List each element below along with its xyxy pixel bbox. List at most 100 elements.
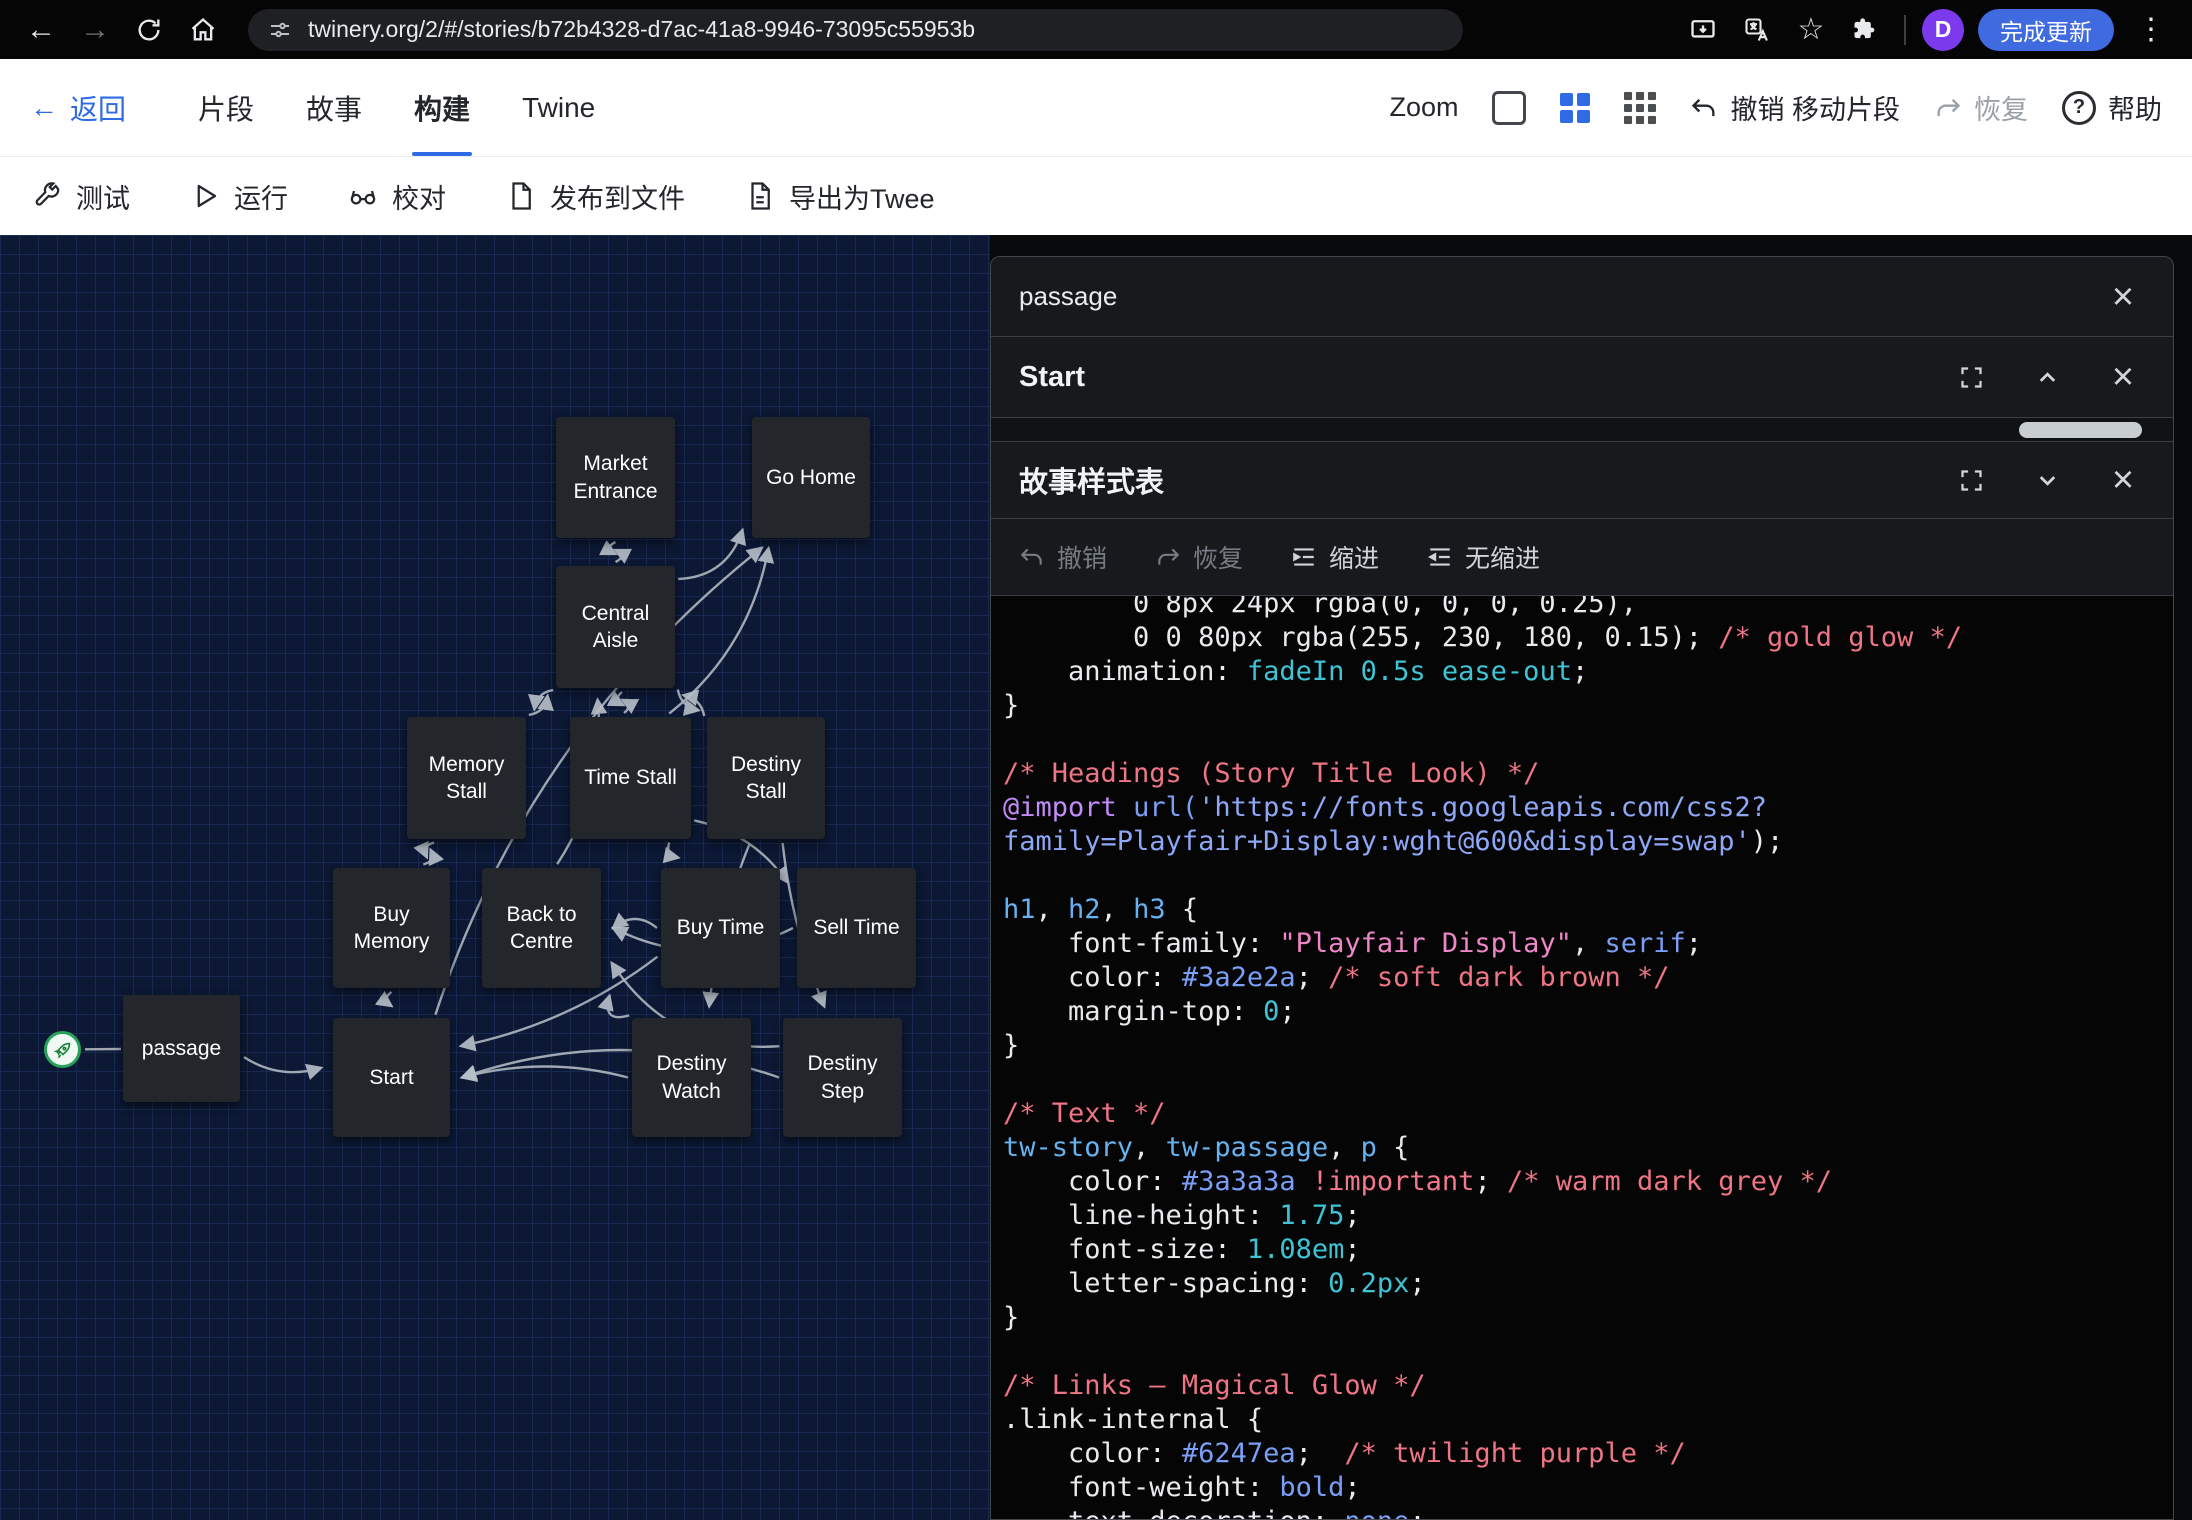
glasses-icon [348, 181, 378, 211]
test-button[interactable]: 测试 [32, 177, 130, 216]
passage-node-ts[interactable]: Time Stall [570, 717, 691, 839]
passage-node-ms[interactable]: Memory Stall [407, 717, 526, 839]
passage-node-bt[interactable]: Buy Time [661, 868, 780, 988]
passage-node-bc[interactable]: Back to Centre [482, 868, 601, 988]
reload-icon[interactable] [126, 7, 172, 53]
build-toolbar: 测试 运行 校对 发布到文件 导出为Twee [0, 157, 2192, 235]
file-export-icon [745, 181, 775, 211]
passage-node-st[interactable]: Sell Time [797, 868, 916, 988]
code-line: } [1003, 1029, 2173, 1063]
passage-node-me[interactable]: Market Entrance [556, 417, 675, 538]
stylesheet-close-icon[interactable]: × [2101, 458, 2145, 502]
back-to-library-button[interactable]: ← 返回 [30, 88, 126, 128]
passage-node-label: Sell Time [813, 914, 899, 941]
play-button[interactable]: 运行 [190, 177, 288, 216]
nav-right-cluster: Zoom 撤销 移动片段 恢复 ? 帮助 [1389, 88, 2162, 127]
code-line: 0 8px 24px rgba(0, 0, 0, 0.25), [1003, 596, 2173, 621]
play-icon [190, 181, 220, 211]
passage-node-label: Buy Memory [341, 901, 442, 956]
url-bar[interactable]: twinery.org/2/#/stories/b72b4328-d7ac-41… [248, 9, 1463, 51]
panel-column: × Start × 故事样式表 [990, 256, 2174, 1520]
code-line [1003, 1063, 2173, 1097]
passage-node-label: Back to Centre [490, 901, 593, 956]
editor-indent-button[interactable]: 缩进 [1291, 539, 1379, 575]
code-line: margin-top: 0; [1003, 995, 2173, 1029]
passage-node-ca[interactable]: Central Aisle [556, 566, 675, 688]
tab-story[interactable]: 故事 [280, 59, 388, 156]
passage-node-ps[interactable]: passage [123, 995, 240, 1102]
passage-node-label: Start [369, 1064, 413, 1091]
translate-icon[interactable] [1734, 7, 1780, 53]
bookmark-star-icon[interactable]: ☆ [1788, 7, 1834, 53]
passage-node-start[interactable]: Start [333, 1018, 450, 1137]
zoom-box-button[interactable] [1492, 91, 1526, 125]
code-line [1003, 1335, 2173, 1369]
editor-undo-button[interactable]: 撤销 [1019, 539, 1107, 575]
redo-icon [1155, 544, 1181, 570]
stylesheet-expand-icon[interactable] [2025, 458, 2069, 502]
browser-divider [1904, 15, 1906, 45]
tab-build[interactable]: 构建 [388, 59, 496, 156]
start-collapse-icon[interactable] [2025, 355, 2069, 399]
tab-twine[interactable]: Twine [496, 59, 621, 156]
code-line: @import url('https://fonts.googleapis.co… [1003, 791, 2173, 825]
code-line: family=Playfair+Display:wght@600&display… [1003, 825, 2173, 859]
stylesheet-panel-header: 故事样式表 × [991, 442, 2173, 519]
code-line: color: #6247ea; /* twilight purple */ [1003, 1437, 2173, 1471]
passage-node-label: Time Stall [584, 764, 677, 791]
dots-view-icon[interactable] [1624, 92, 1656, 124]
stylesheet-panel-title: 故事样式表 [1019, 459, 1164, 501]
browser-back-button[interactable]: ← [18, 7, 64, 53]
update-button[interactable]: 完成更新 [1978, 9, 2114, 51]
site-settings-icon[interactable] [268, 18, 292, 42]
help-button[interactable]: ? 帮助 [2062, 88, 2162, 127]
search-clear-icon[interactable]: × [2101, 275, 2145, 319]
undo-icon [1019, 544, 1045, 570]
passage-node-dstep[interactable]: Destiny Step [783, 1018, 902, 1137]
passage-node-label: Market Entrance [564, 450, 667, 505]
stylesheet-maximize-icon[interactable] [1949, 458, 1993, 502]
start-scrollbar-thumb[interactable] [2019, 422, 2142, 438]
passage-node-dw[interactable]: Destiny Watch [632, 1018, 751, 1137]
editor-outdent-button[interactable]: 无缩进 [1427, 539, 1540, 575]
story-map[interactable]: passage Start Market Entrance Go Home Centra… [0, 235, 990, 1520]
browser-menu-icon[interactable]: ⋮ [2128, 7, 2174, 53]
passage-node-gh[interactable]: Go Home [752, 417, 870, 538]
extensions-icon[interactable] [1842, 7, 1888, 53]
browser-forward-button[interactable]: → [72, 7, 118, 53]
file-icon [506, 181, 536, 211]
start-panel-title: Start [1019, 361, 1085, 394]
story-nav-bar: ← 返回 片段 故事 构建 Twine Zoom 撤销 移动片段 恢复 ? 帮助 [0, 59, 2192, 157]
code-line: animation: fadeIn 0.5s ease-out; [1003, 655, 2173, 689]
start-close-icon[interactable]: × [2101, 355, 2145, 399]
stylesheet-code-editor[interactable]: 0 8px 24px rgba(0, 0, 0, 0.25), 0 0 80px… [991, 596, 2173, 1519]
passage-node-label: Destiny Step [791, 1050, 894, 1105]
start-maximize-icon[interactable] [1949, 355, 1993, 399]
code-line: line-height: 1.75; [1003, 1199, 2173, 1233]
passage-node-bm[interactable]: Buy Memory [333, 868, 450, 988]
profile-avatar[interactable]: D [1922, 9, 1964, 51]
passage-node-label: Central Aisle [564, 600, 667, 655]
code-line: color: #3a3a3a !important; /* warm dark … [1003, 1165, 2173, 1199]
stylesheet-editor-toolbar: 撤销 恢复 缩进 无缩进 [991, 519, 2173, 596]
export-twee-button[interactable]: 导出为Twee [745, 177, 935, 216]
redo-button[interactable]: 恢复 [1934, 88, 2028, 127]
tab-passages[interactable]: 片段 [172, 59, 280, 156]
home-icon[interactable] [180, 7, 226, 53]
back-label: 返回 [70, 88, 126, 128]
indent-icon [1291, 544, 1317, 570]
proofread-button[interactable]: 校对 [348, 177, 446, 216]
code-line: color: #3a2e2a; /* soft dark brown */ [1003, 961, 2173, 995]
undo-button[interactable]: 撤销 移动片段 [1690, 88, 1900, 127]
nav-tabs: 片段 故事 构建 Twine [172, 59, 621, 156]
passage-node-ds[interactable]: Destiny Stall [707, 717, 825, 839]
url-text: twinery.org/2/#/stories/b72b4328-d7ac-41… [308, 16, 975, 43]
publish-file-button[interactable]: 发布到文件 [506, 177, 685, 216]
code-line: text-decoration: none; [1003, 1505, 2173, 1519]
grid-view-icon[interactable] [1560, 93, 1590, 123]
start-panel-header: Start × [991, 337, 2173, 418]
outdent-icon [1427, 544, 1453, 570]
editor-redo-button[interactable]: 恢复 [1155, 539, 1243, 575]
search-input[interactable] [1019, 281, 2085, 312]
install-icon[interactable] [1680, 7, 1726, 53]
